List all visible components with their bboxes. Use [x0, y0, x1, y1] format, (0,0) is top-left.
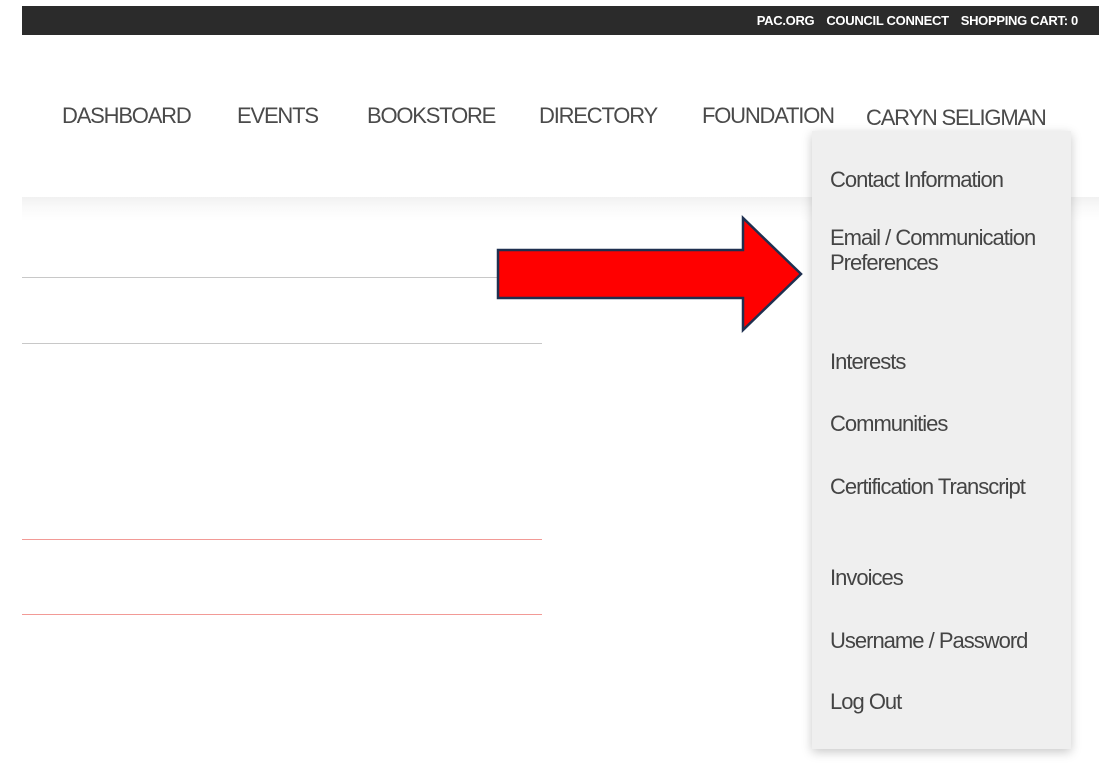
red-arrow-annotation	[496, 215, 803, 333]
council-connect-link[interactable]: COUNCIL CONNECT	[826, 13, 949, 28]
menu-item-communities[interactable]: Communities	[830, 411, 1066, 436]
nav-events[interactable]: EVENTS	[237, 100, 319, 132]
menu-item-invoices[interactable]: Invoices	[830, 565, 1066, 590]
menu-item-email-communication-preferences[interactable]: Email / Communication Preferences	[830, 225, 1066, 275]
divider	[22, 614, 542, 615]
pac-org-link[interactable]: PAC.ORG	[757, 13, 815, 28]
nav-dashboard[interactable]: DASHBOARD	[62, 100, 192, 132]
divider	[22, 539, 542, 540]
user-account-dropdown: Contact Information Email / Communicatio…	[812, 131, 1071, 749]
divider	[22, 343, 542, 344]
nav-directory[interactable]: DIRECTORY	[539, 100, 658, 132]
menu-item-username-password[interactable]: Username / Password	[830, 628, 1066, 653]
utility-bar: PAC.ORG COUNCIL CONNECT SHOPPING CART: 0	[22, 6, 1099, 35]
nav-foundation[interactable]: FOUNDATION	[702, 100, 835, 132]
menu-item-log-out[interactable]: Log Out	[830, 689, 1066, 714]
menu-item-contact-information[interactable]: Contact Information	[830, 167, 1066, 192]
divider	[22, 277, 542, 278]
nav-user-account[interactable]: CARYN SELIGMAN	[866, 102, 1047, 134]
menu-item-certification-transcript[interactable]: Certification Transcript	[830, 474, 1066, 499]
menu-item-interests[interactable]: Interests	[830, 349, 1066, 374]
nav-bookstore[interactable]: BOOKSTORE	[367, 100, 496, 132]
shopping-cart-link[interactable]: SHOPPING CART: 0	[961, 13, 1079, 28]
